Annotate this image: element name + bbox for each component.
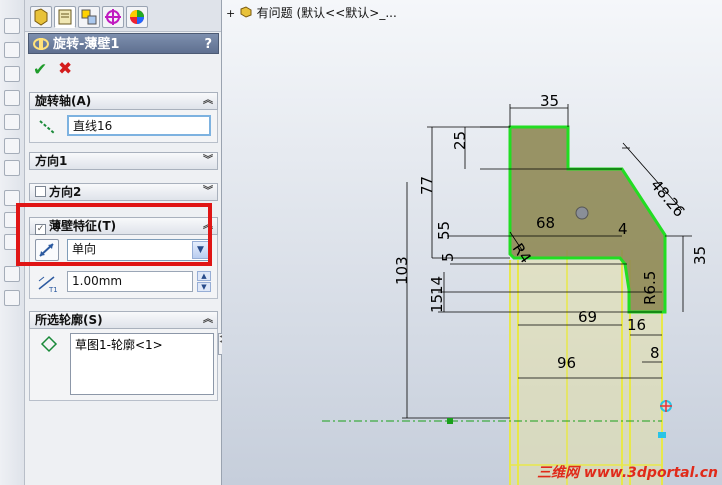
feature-title: 旋转-薄壁1 [53,37,120,52]
thickness-input[interactable]: 1.00mm [67,271,193,292]
dim-label: 77 [418,176,436,195]
property-manager-tab[interactable] [54,6,76,28]
config-manager-tab[interactable] [78,6,100,28]
direction2-header[interactable]: 方向2 ︾ [29,183,218,201]
direction1-header[interactable]: 方向1 ︾ [29,152,218,170]
view-icon[interactable] [4,114,20,130]
help-button[interactable]: ? [204,34,212,55]
dim-label: 5 [439,252,457,262]
config-icon [81,9,97,25]
collapse-chevron-icon[interactable]: ︽ [203,312,213,328]
view-icon[interactable] [4,42,20,58]
view-icon[interactable] [4,138,20,154]
layer-icon[interactable] [4,290,20,306]
direction2-checkbox[interactable] [35,186,46,197]
dim-label: 14 [428,276,446,295]
expand-chevron-icon[interactable]: ︾ [203,184,213,200]
highlight-box [16,203,212,266]
axis-section-body: 直线16 [29,110,218,143]
view-icon[interactable] [4,160,20,176]
dim-label: 68 [536,214,555,232]
dim-label: 35 [540,92,559,110]
display-manager-tab[interactable] [126,6,148,28]
contours-label: 所选轮廓(S) [35,313,103,327]
contour-icon [40,335,58,353]
appearance-icon [130,10,144,24]
dim-label: 55 [435,221,453,240]
layer-icon[interactable] [4,266,20,282]
revolve-thin-icon [33,38,49,50]
feature-tree-tab[interactable] [30,6,52,28]
cad-viewport: 35 25 77 48.26 68 4 35 55 5 R4 103 14 15… [322,92,709,485]
manager-tabs [25,0,221,32]
feature-tree-icon [34,8,48,26]
graphics-area[interactable]: + 有问题 (默认<<默认>_... 35 25 77 48.26 68 4 3… [222,0,722,485]
contour-list-item[interactable]: 草图1-轮廓<1> [71,334,213,355]
dim-label: 69 [578,308,597,326]
view-icon[interactable] [4,66,20,82]
axis-section-label: 旋转轴(A) [35,94,92,108]
feature-title-bar: 旋转-薄壁1 ? [28,33,219,54]
property-icon [58,9,72,25]
dim-label: 48.26 [647,176,688,220]
contours-body: 草图1-轮廓<1> [29,329,218,401]
thickness-spinner[interactable]: ▲ ▼ [197,271,211,292]
thickness-icon: T1 [38,276,58,293]
axis-input[interactable]: 直线16 [67,115,211,136]
svg-text:T1: T1 [48,286,58,293]
expand-chevron-icon[interactable]: ︾ [203,153,213,169]
view-icon[interactable] [4,18,20,34]
watermark: 三维网 www.3dportal.cn [537,465,718,481]
dim-label: 96 [557,354,576,372]
dim-label: 16 [627,316,646,334]
axis-section-header[interactable]: 旋转轴(A) ︽ [29,92,218,110]
dimxpert-tab[interactable] [102,6,124,28]
contours-header[interactable]: 所选轮廓(S) ︽ [29,311,218,329]
dim-label: R6.5 [641,271,659,305]
cancel-button[interactable]: ✖ [58,59,72,79]
spin-down-icon[interactable]: ▼ [197,282,211,292]
dim-label: 25 [451,131,469,150]
view-icon[interactable] [4,90,20,106]
dimxpert-icon [105,9,121,25]
direction1-label: 方向1 [35,154,68,168]
direction2-label: 方向2 [49,185,82,199]
dim-label: 15 [428,294,446,313]
collapse-chevron-icon[interactable]: ︽ [203,93,213,109]
axis-line-icon [39,120,55,134]
dim-label: 8 [650,344,660,362]
dim-label: 103 [393,256,411,285]
ok-button[interactable]: ✔ [33,60,47,80]
dim-label: 35 [691,246,709,265]
contours-list[interactable]: 草图1-轮廓<1> [70,333,214,395]
sketch-point [575,206,589,220]
centerline-endpoint [447,418,453,424]
dim-label: 4 [618,220,628,238]
spin-up-icon[interactable]: ▲ [197,271,211,281]
